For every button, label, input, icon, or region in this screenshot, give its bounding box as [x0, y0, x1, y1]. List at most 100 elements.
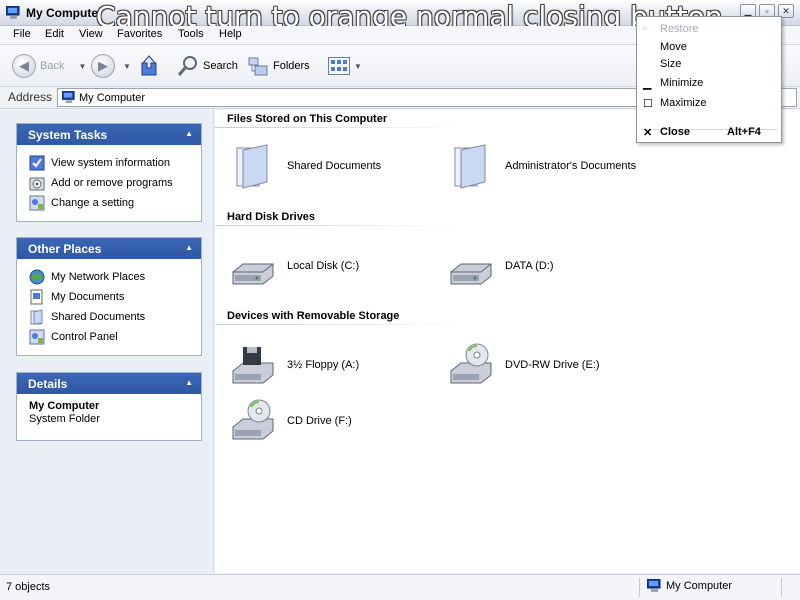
- menu-favorites[interactable]: Favorites: [117, 28, 162, 40]
- menu-edit[interactable]: Edit: [45, 28, 64, 40]
- documents-icon: [30, 289, 43, 305]
- search-button[interactable]: Search: [177, 53, 238, 79]
- status-object-count: 7 objects: [6, 581, 51, 593]
- my-computer-icon: [647, 579, 661, 592]
- system-tasks-panel: System Tasks ▲ View system information A…: [16, 123, 202, 222]
- other-places-title: Other Places: [28, 242, 102, 256]
- views-icon: [328, 57, 350, 75]
- status-location: My Computer: [647, 579, 732, 593]
- maximize-icon: ☐: [643, 98, 653, 110]
- list-item[interactable]: Shared Documents: [229, 142, 381, 190]
- details-panel: Details ▲ My Computer System Folder: [16, 372, 202, 441]
- place-my-documents[interactable]: My Documents: [29, 287, 195, 307]
- menu-file[interactable]: File: [13, 28, 31, 40]
- back-button[interactable]: ◀ Back ▼: [12, 53, 86, 79]
- menu-item-maximize[interactable]: ☐ Maximize: [637, 94, 781, 112]
- list-item[interactable]: DVD-RW Drive (E:): [447, 341, 600, 389]
- cd-drive-icon: [232, 399, 274, 440]
- up-folder-button[interactable]: [139, 53, 159, 79]
- list-item[interactable]: Local Disk (C:): [229, 242, 359, 290]
- menu-item-label: Maximize: [660, 97, 707, 109]
- back-label: Back: [40, 60, 65, 72]
- menu-item-shortcut: Alt+F4: [727, 126, 761, 138]
- folder-icon: [236, 144, 268, 189]
- status-separator: [639, 578, 640, 597]
- collapse-icon[interactable]: ▲: [185, 243, 193, 252]
- my-computer-icon: [6, 6, 20, 19]
- item-label: DATA (D:): [505, 260, 554, 272]
- task-change-setting[interactable]: Change a setting: [29, 193, 195, 213]
- folders-icon: [248, 57, 268, 76]
- system-tasks-header[interactable]: System Tasks ▲: [17, 124, 201, 145]
- place-shared-documents[interactable]: Shared Documents: [29, 307, 195, 327]
- folders-button[interactable]: Folders: [247, 53, 310, 79]
- minimize-icon: ▁: [643, 78, 652, 90]
- chevron-down-icon[interactable]: ▼: [78, 62, 86, 71]
- menu-item-size[interactable]: Size: [637, 55, 781, 73]
- restore-icon: ▫: [643, 23, 647, 35]
- menu-help[interactable]: Help: [219, 28, 242, 40]
- add-remove-programs-icon: [29, 177, 45, 191]
- forward-arrow-icon: ▶: [91, 54, 115, 78]
- task-label: View system information: [51, 157, 171, 169]
- item-label: CD Drive (F:): [287, 415, 352, 427]
- task-label: Add or remove programs: [51, 177, 173, 189]
- task-add-remove-programs[interactable]: Add or remove programs: [29, 173, 195, 193]
- details-header[interactable]: Details ▲: [17, 373, 201, 394]
- menu-item-move[interactable]: Move: [637, 38, 781, 56]
- address-label: Address: [8, 90, 53, 104]
- menu-item-restore[interactable]: ▫ Restore: [637, 20, 781, 38]
- collapse-icon[interactable]: ▲: [185, 129, 193, 138]
- list-item[interactable]: CD Drive (F:): [229, 397, 352, 445]
- file-list: Files Stored on This Computer Shared Doc…: [215, 110, 800, 573]
- list-item[interactable]: 3½ Floppy (A:): [229, 341, 359, 389]
- search-icon: [177, 56, 197, 76]
- other-places-header[interactable]: Other Places ▲: [17, 238, 201, 259]
- menu-view[interactable]: View: [79, 28, 103, 40]
- menu-item-label: Move: [660, 41, 687, 53]
- folder-icon: [454, 144, 486, 189]
- chevron-down-icon[interactable]: ▼: [123, 62, 131, 71]
- details-type: System Folder: [29, 413, 100, 425]
- network-places-icon: [29, 269, 45, 285]
- system-tasks-title: System Tasks: [28, 128, 108, 142]
- system-menu: ▫ Restore Move Size ▁ Minimize ☐ Maximiz…: [636, 16, 782, 143]
- group-title: Hard Disk Drives: [227, 211, 316, 223]
- chevron-down-icon[interactable]: ▼: [354, 62, 362, 71]
- place-control-panel[interactable]: Control Panel: [29, 327, 195, 347]
- menu-item-minimize[interactable]: ▁ Minimize: [637, 74, 781, 92]
- dvd-drive-icon: [450, 343, 492, 384]
- place-label: My Network Places: [51, 271, 146, 283]
- control-panel-icon: [29, 329, 45, 345]
- item-label: DVD-RW Drive (E:): [505, 359, 600, 371]
- task-view-system-information[interactable]: View system information: [29, 153, 195, 173]
- list-item[interactable]: Administrator's Documents: [447, 142, 636, 190]
- views-button[interactable]: ▼: [328, 53, 362, 79]
- up-folder-icon: [141, 55, 157, 76]
- system-info-icon: [29, 155, 45, 171]
- place-label: Shared Documents: [51, 311, 146, 323]
- group-title: Devices with Removable Storage: [227, 310, 400, 322]
- back-arrow-icon: ◀: [12, 54, 36, 78]
- close-icon: ✕: [782, 5, 790, 16]
- collapse-icon[interactable]: ▲: [185, 378, 193, 387]
- menu-tools[interactable]: Tools: [178, 28, 204, 40]
- list-item[interactable]: DATA (D:): [447, 242, 553, 290]
- menu-item-close[interactable]: ✕ Close Alt+F4: [637, 123, 781, 141]
- place-label: My Documents: [51, 291, 125, 303]
- my-computer-icon: [62, 91, 75, 104]
- tasks-pane: System Tasks ▲ View system information A…: [0, 110, 214, 573]
- status-separator: [781, 578, 782, 597]
- menu-item-label: Minimize: [660, 77, 704, 89]
- close-icon: ✕: [643, 127, 653, 139]
- item-label: Local Disk (C:): [287, 260, 360, 272]
- forward-button[interactable]: ▶ ▼: [91, 53, 131, 79]
- floppy-drive-icon: [232, 347, 274, 384]
- menu-item-label: Size: [660, 58, 682, 70]
- place-my-network-places[interactable]: My Network Places: [29, 267, 195, 287]
- item-label: Shared Documents: [287, 160, 382, 172]
- menu-item-label: Close: [660, 126, 690, 138]
- address-value: My Computer: [79, 92, 146, 104]
- window-title: My Computer: [26, 6, 103, 20]
- menu-item-label: Restore: [660, 23, 699, 35]
